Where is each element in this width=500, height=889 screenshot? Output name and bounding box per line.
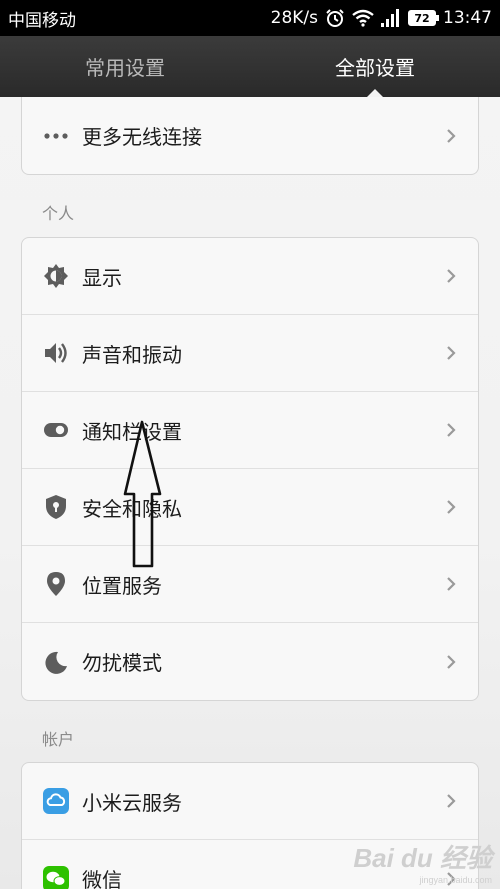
list-item-display[interactable]: 显示 xyxy=(22,238,478,315)
personal-card: 显示 声音和振动 通知栏设置 安全和隐私 位置服务 勿扰模式 xyxy=(21,237,479,701)
toggle-icon xyxy=(43,417,69,443)
list-item-mi-cloud[interactable]: 小米云服务 xyxy=(22,763,478,840)
list-item-do-not-disturb[interactable]: 勿扰模式 xyxy=(22,623,478,700)
chevron-right-icon xyxy=(446,268,456,284)
chevron-right-icon xyxy=(446,499,456,515)
signal-icon xyxy=(381,9,401,27)
more-dots-icon xyxy=(43,123,69,149)
chevron-right-icon xyxy=(446,793,456,809)
watermark-url: jingyan.baidu.com xyxy=(419,875,492,885)
clock: 13:47 xyxy=(443,8,492,28)
moon-icon xyxy=(43,649,69,675)
item-label: 显示 xyxy=(82,265,122,290)
item-label: 勿扰模式 xyxy=(82,651,162,675)
carrier-name: 中国移动 xyxy=(8,10,76,31)
section-title-personal: 个人 xyxy=(42,204,75,223)
chevron-right-icon xyxy=(446,128,456,144)
watermark-logo: Bai du 经验 jingyan.baidu.com xyxy=(353,838,492,885)
location-pin-icon xyxy=(43,571,69,597)
tab-common-settings[interactable]: 常用设置 xyxy=(0,36,250,97)
network-speed: 28K/s xyxy=(270,8,318,28)
chevron-right-icon xyxy=(446,576,456,592)
wechat-icon xyxy=(43,865,69,889)
brightness-icon xyxy=(43,263,69,289)
tab-label: 全部设置 xyxy=(335,56,415,80)
item-label: 小米云服务 xyxy=(82,790,182,815)
alarm-icon xyxy=(325,8,345,28)
list-item-more-wireless[interactable]: 更多无线连接 xyxy=(22,97,478,174)
section-title-accounts: 帐户 xyxy=(42,730,75,749)
annotation-arrow-icon xyxy=(120,420,164,574)
tab-all-settings[interactable]: 全部设置 xyxy=(250,36,500,98)
tab-bar: 常用设置 全部设置 xyxy=(0,36,500,98)
cloud-icon xyxy=(43,788,69,814)
watermark-text: Bai du 经验 xyxy=(353,843,492,873)
tab-label: 常用设置 xyxy=(85,56,165,80)
battery-icon: 72 xyxy=(408,10,439,26)
item-label: 更多无线连接 xyxy=(82,125,202,149)
wifi-icon xyxy=(352,9,374,27)
list-item-location[interactable]: 位置服务 xyxy=(22,546,478,623)
chevron-right-icon xyxy=(446,654,456,670)
wireless-card: 更多无线连接 xyxy=(21,97,479,175)
list-item-notification-bar[interactable]: 通知栏设置 xyxy=(22,392,478,469)
shield-icon xyxy=(43,494,69,520)
speaker-icon xyxy=(43,340,69,366)
status-bar: 中国移动 28K/s 72 13:47 xyxy=(0,0,500,36)
list-item-sound[interactable]: 声音和振动 xyxy=(22,315,478,392)
list-item-security-privacy[interactable]: 安全和隐私 xyxy=(22,469,478,546)
chevron-right-icon xyxy=(446,422,456,438)
chevron-right-icon xyxy=(446,345,456,361)
item-label: 声音和振动 xyxy=(82,342,182,367)
